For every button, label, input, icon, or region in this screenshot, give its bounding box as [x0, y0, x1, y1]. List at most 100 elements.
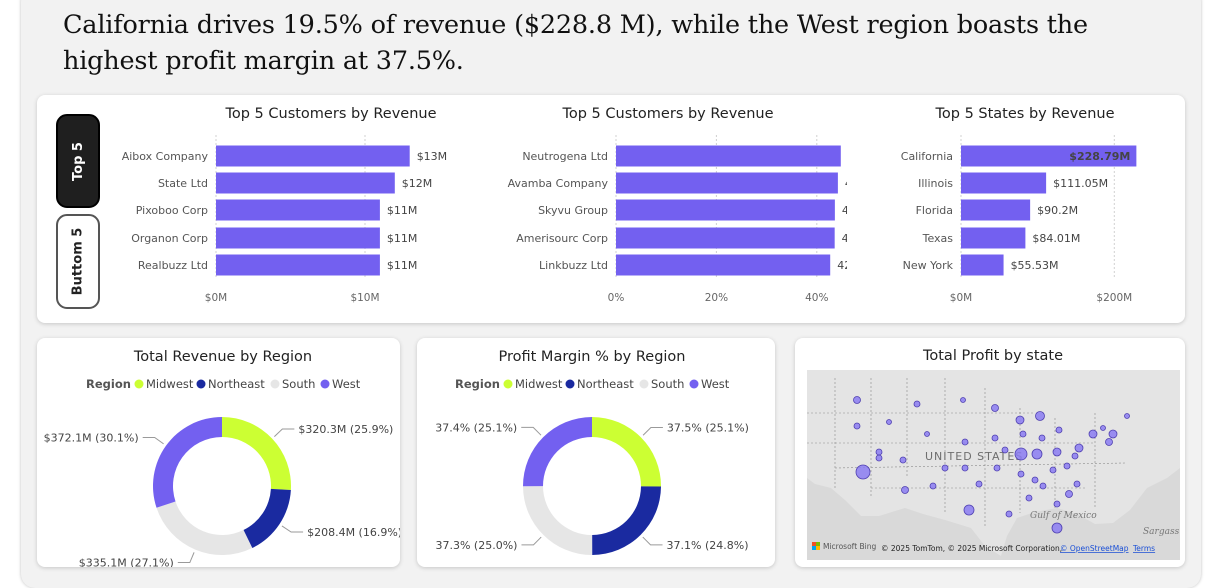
- data-label: $11M: [387, 259, 418, 272]
- donut-slice[interactable]: [156, 501, 253, 555]
- bar[interactable]: [961, 172, 1047, 194]
- gulf-label: Gulf of Mexico: [1030, 511, 1097, 521]
- x-tick-label: 20%: [705, 292, 728, 304]
- leader-line: [142, 436, 164, 445]
- data-label: $372.1M (30.1%): [44, 431, 139, 444]
- bar[interactable]: [961, 227, 1026, 249]
- chart-title: Profit Margin % by Region: [499, 349, 686, 365]
- state-bubble[interactable]: [1025, 494, 1033, 502]
- state-bubble[interactable]: [1031, 476, 1039, 484]
- state-bubble[interactable]: [1063, 462, 1071, 470]
- osm-link[interactable]: © OpenStreetMap: [1060, 544, 1129, 553]
- state-bubble[interactable]: [1015, 415, 1025, 425]
- category-label: California: [901, 150, 953, 163]
- state-bubble[interactable]: [1088, 429, 1098, 439]
- legend-item[interactable]: Midwest: [146, 377, 194, 391]
- state-bubble[interactable]: [1017, 470, 1025, 478]
- bar[interactable]: [216, 199, 380, 221]
- state-bubble[interactable]: [963, 504, 975, 516]
- state-bubble[interactable]: [961, 464, 969, 472]
- state-bubble[interactable]: [855, 464, 871, 480]
- state-bubble[interactable]: [1052, 447, 1062, 457]
- state-bubble[interactable]: [853, 396, 861, 404]
- bing-logo-icon-tile: [816, 546, 820, 550]
- category-label: Realbuzz Ltd: [138, 259, 208, 272]
- data-label: $208.4M (16.9%): [307, 526, 400, 539]
- state-bubble[interactable]: [886, 419, 892, 425]
- state-bubble[interactable]: [899, 456, 907, 464]
- donut-slice[interactable]: [222, 417, 291, 490]
- state-bubble[interactable]: [993, 464, 1001, 472]
- state-bubble[interactable]: [1073, 480, 1081, 488]
- state-bubble[interactable]: [1100, 425, 1106, 431]
- bar[interactable]: [616, 254, 831, 276]
- state-bubble[interactable]: [1014, 447, 1028, 461]
- legend-item[interactable]: West: [701, 377, 730, 391]
- leader-line: [274, 428, 295, 437]
- bar[interactable]: [216, 254, 380, 276]
- legend-swatch: [196, 379, 206, 389]
- data-label: $12M: [402, 177, 433, 190]
- category-label: Amerisourc Corp: [516, 232, 608, 245]
- bar[interactable]: [616, 172, 838, 194]
- state-bubble[interactable]: [975, 480, 983, 488]
- bar[interactable]: [616, 227, 835, 249]
- state-bubble[interactable]: [1039, 482, 1047, 490]
- state-bubble[interactable]: [1035, 411, 1045, 421]
- state-bubble[interactable]: [1031, 448, 1043, 460]
- state-bubble[interactable]: [1038, 434, 1046, 442]
- state-bubble[interactable]: [913, 400, 921, 408]
- state-bubble[interactable]: [901, 486, 909, 494]
- state-bubble[interactable]: [1071, 452, 1079, 460]
- bing-logo-icon-tile: [812, 546, 816, 550]
- state-bubble[interactable]: [991, 434, 999, 442]
- state-bubble[interactable]: [1124, 413, 1130, 419]
- map-attribution: © 2025 TomTom, © 2025 Microsoft Corporat…: [881, 544, 1062, 553]
- donut-slice[interactable]: [152, 417, 222, 508]
- category-label: State Ltd: [158, 177, 208, 190]
- bar[interactable]: [961, 254, 1004, 276]
- state-bubble[interactable]: [1065, 490, 1073, 498]
- state-bubble[interactable]: [1049, 466, 1057, 474]
- state-bubble[interactable]: [1074, 443, 1084, 453]
- margin-region-donut-chart: Profit Margin % by Region Region Midwest N…: [435, 349, 749, 555]
- state-bubble[interactable]: [875, 454, 883, 462]
- legend-item[interactable]: West: [332, 377, 361, 391]
- state-bubble[interactable]: [875, 448, 883, 456]
- bar[interactable]: [961, 199, 1031, 221]
- state-bubble[interactable]: [1108, 429, 1118, 439]
- data-label: $11M: [387, 204, 418, 217]
- state-bubble[interactable]: [1053, 500, 1061, 508]
- state-bubble[interactable]: [929, 482, 937, 490]
- category-label: Neutrogena Ltd: [522, 150, 608, 163]
- bar[interactable]: [216, 145, 410, 167]
- bar[interactable]: [216, 227, 380, 249]
- state-bubble[interactable]: [1055, 426, 1063, 434]
- bottom5-toggle-button[interactable]: Buttom 5: [56, 214, 100, 309]
- legend-item[interactable]: Northeast: [577, 377, 634, 391]
- state-bubble[interactable]: [924, 431, 930, 437]
- bar[interactable]: [616, 145, 841, 167]
- legend-item[interactable]: South: [282, 377, 315, 391]
- top5-toggle-button[interactable]: Top 5: [56, 114, 100, 208]
- state-bubble[interactable]: [853, 422, 861, 430]
- profit-by-state-map[interactable]: Total Profit by state UNITED STATES Gulf…: [795, 338, 1185, 567]
- donut-slice[interactable]: [243, 488, 291, 549]
- category-label: Organon Corp: [131, 232, 208, 245]
- legend-title: Region: [455, 377, 500, 391]
- legend-item[interactable]: Northeast: [208, 377, 265, 391]
- state-bubble[interactable]: [1001, 446, 1009, 454]
- bar[interactable]: [616, 199, 835, 221]
- state-bubble[interactable]: [1105, 438, 1113, 446]
- terms-link[interactable]: Terms: [1132, 544, 1155, 553]
- state-bubble[interactable]: [961, 438, 969, 446]
- state-bubble[interactable]: [1019, 430, 1027, 438]
- legend-item[interactable]: Midwest: [515, 377, 563, 391]
- state-bubble[interactable]: [991, 404, 999, 412]
- state-bubble[interactable]: [1005, 510, 1013, 518]
- state-bubble[interactable]: [941, 464, 949, 472]
- bar[interactable]: [216, 172, 395, 194]
- state-bubble[interactable]: [960, 397, 966, 403]
- state-bubble[interactable]: [1051, 522, 1063, 534]
- legend-item[interactable]: South: [651, 377, 684, 391]
